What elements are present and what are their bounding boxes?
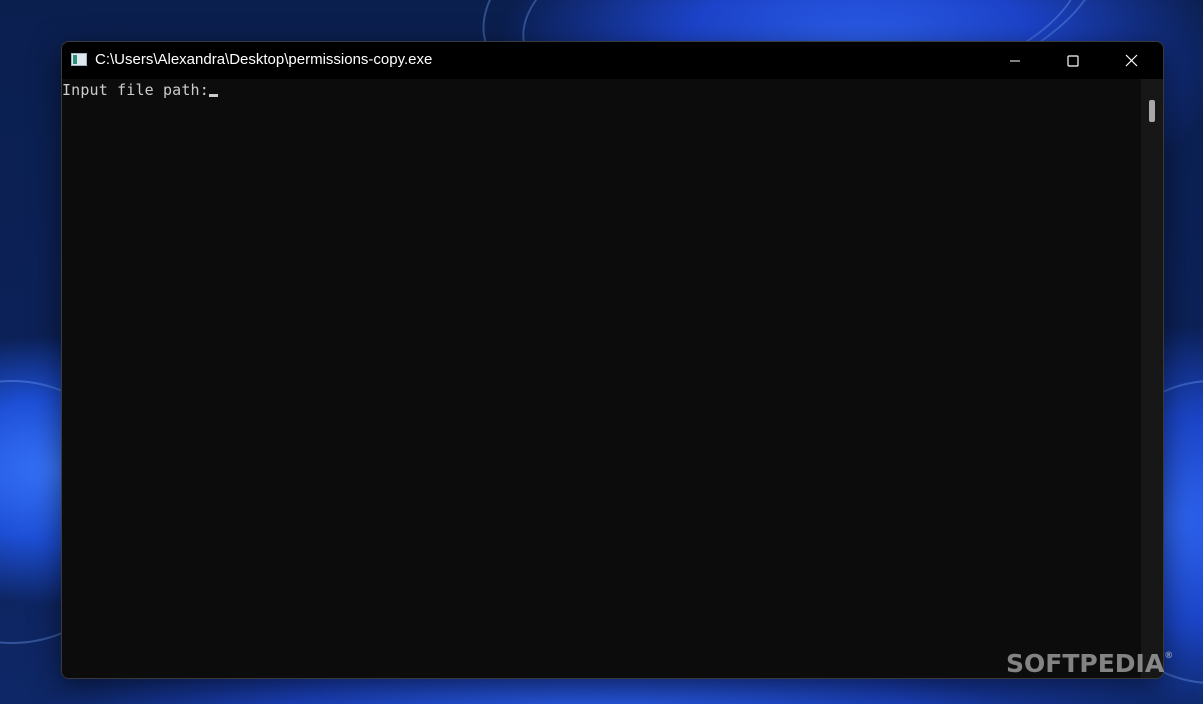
input-prompt-text: Input file path: — [62, 81, 209, 99]
softpedia-watermark: SOFTPEDIA® — [1006, 649, 1173, 678]
console-line: Input file path: — [62, 81, 218, 99]
console-output-area[interactable]: Input file path: — [62, 79, 1141, 678]
scrollbar-thumb[interactable] — [1149, 100, 1155, 122]
console-app-icon[interactable] — [71, 53, 87, 66]
window-title: C:\Users\Alexandra\Desktop\permissions-c… — [95, 51, 433, 68]
maximize-button[interactable] — [1044, 42, 1102, 79]
watermark-text: SOFTPEDIA — [1006, 649, 1165, 678]
maximize-icon — [1067, 54, 1079, 67]
close-icon — [1125, 54, 1137, 67]
vertical-scrollbar[interactable] — [1141, 79, 1163, 678]
close-button[interactable] — [1102, 42, 1160, 79]
minimize-button[interactable] — [986, 42, 1044, 79]
console-window[interactable]: C:\Users\Alexandra\Desktop\permissions-c… — [61, 41, 1164, 679]
text-cursor — [208, 94, 218, 97]
minimize-icon — [1010, 60, 1020, 61]
watermark-registered-mark: ® — [1164, 651, 1174, 661]
title-bar[interactable]: C:\Users\Alexandra\Desktop\permissions-c… — [62, 42, 1163, 79]
